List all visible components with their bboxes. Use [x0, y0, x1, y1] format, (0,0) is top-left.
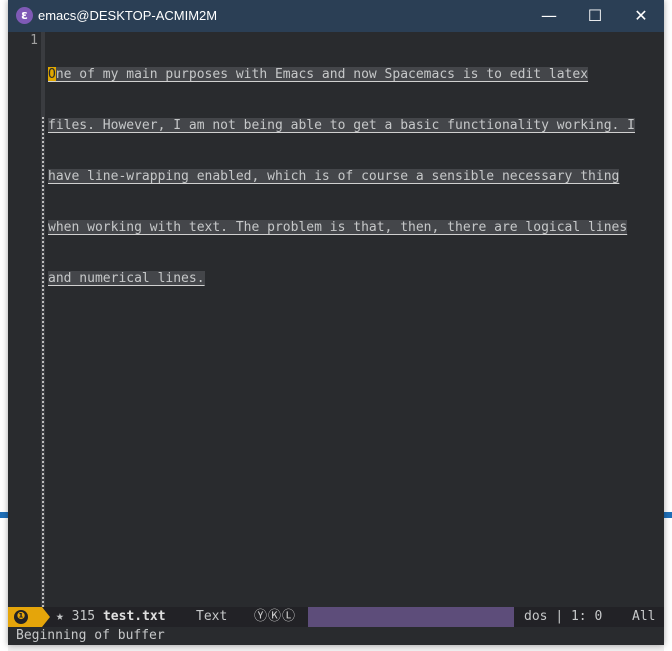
encoding-position: dos | 1: 0 — [524, 609, 603, 624]
text-line: when working with text. The problem is t… — [48, 220, 628, 235]
window-title: emacs@DESKTOP-ACMIM2M — [38, 8, 218, 23]
buffer-info: ★ 315 test.txt — [56, 607, 166, 627]
maximize-button[interactable]: ☐ — [572, 0, 618, 32]
encoding[interactable]: dos — [524, 609, 547, 624]
text-line: and numerical lines. — [48, 271, 205, 286]
close-button[interactable]: ✕ — [618, 0, 664, 32]
scroll-position: All — [632, 609, 656, 624]
text-cursor: O — [48, 67, 56, 82]
background-window-left — [0, 0, 8, 651]
modified-marker: ★ — [56, 609, 64, 624]
echo-area: Beginning of buffer — [8, 627, 664, 645]
emacs-app-icon: ε — [16, 7, 33, 24]
line-number-gutter: 1 — [8, 32, 40, 607]
window-number-icon: ❶ — [14, 610, 28, 624]
mode-line: ❶ ★ 315 test.txt Text ⓎⓀⓁ dos | 1: 0 All — [8, 607, 664, 627]
minimize-button[interactable]: — — [526, 0, 572, 32]
buffer-file-name[interactable]: test.txt — [103, 609, 166, 624]
cursor-position: 1: 0 — [570, 609, 603, 624]
buffer-size: 315 — [71, 609, 96, 624]
text-line: One of my main purposes with Emacs and n… — [48, 67, 589, 82]
major-mode[interactable]: Text — [196, 607, 227, 627]
fringe-continuation-indicator — [42, 117, 44, 607]
text-line: files. However, I am not being able to g… — [48, 118, 635, 133]
background-strip — [664, 512, 672, 518]
background-strip — [0, 512, 8, 518]
emacs-window: ε emacs@DESKTOP-ACMIM2M — ☐ ✕ 1 One of m… — [8, 0, 664, 645]
editor-buffer[interactable]: 1 One of my main purposes with Emacs and… — [8, 32, 664, 607]
title-bar[interactable]: ε emacs@DESKTOP-ACMIM2M — ☐ ✕ — [8, 0, 664, 32]
powerline-separator — [42, 607, 50, 627]
buffer-text[interactable]: One of my main purposes with Emacs and n… — [48, 32, 648, 321]
background-window-right — [664, 0, 672, 651]
echo-message: Beginning of buffer — [16, 628, 165, 643]
line-number: 1 — [30, 33, 38, 48]
window-number-badge[interactable]: ❶ — [8, 607, 42, 627]
mode-line-fill — [308, 607, 514, 627]
minor-modes[interactable]: ⓎⓀⓁ — [254, 607, 296, 627]
text-line: have line-wrapping enabled, which is of … — [48, 169, 620, 184]
